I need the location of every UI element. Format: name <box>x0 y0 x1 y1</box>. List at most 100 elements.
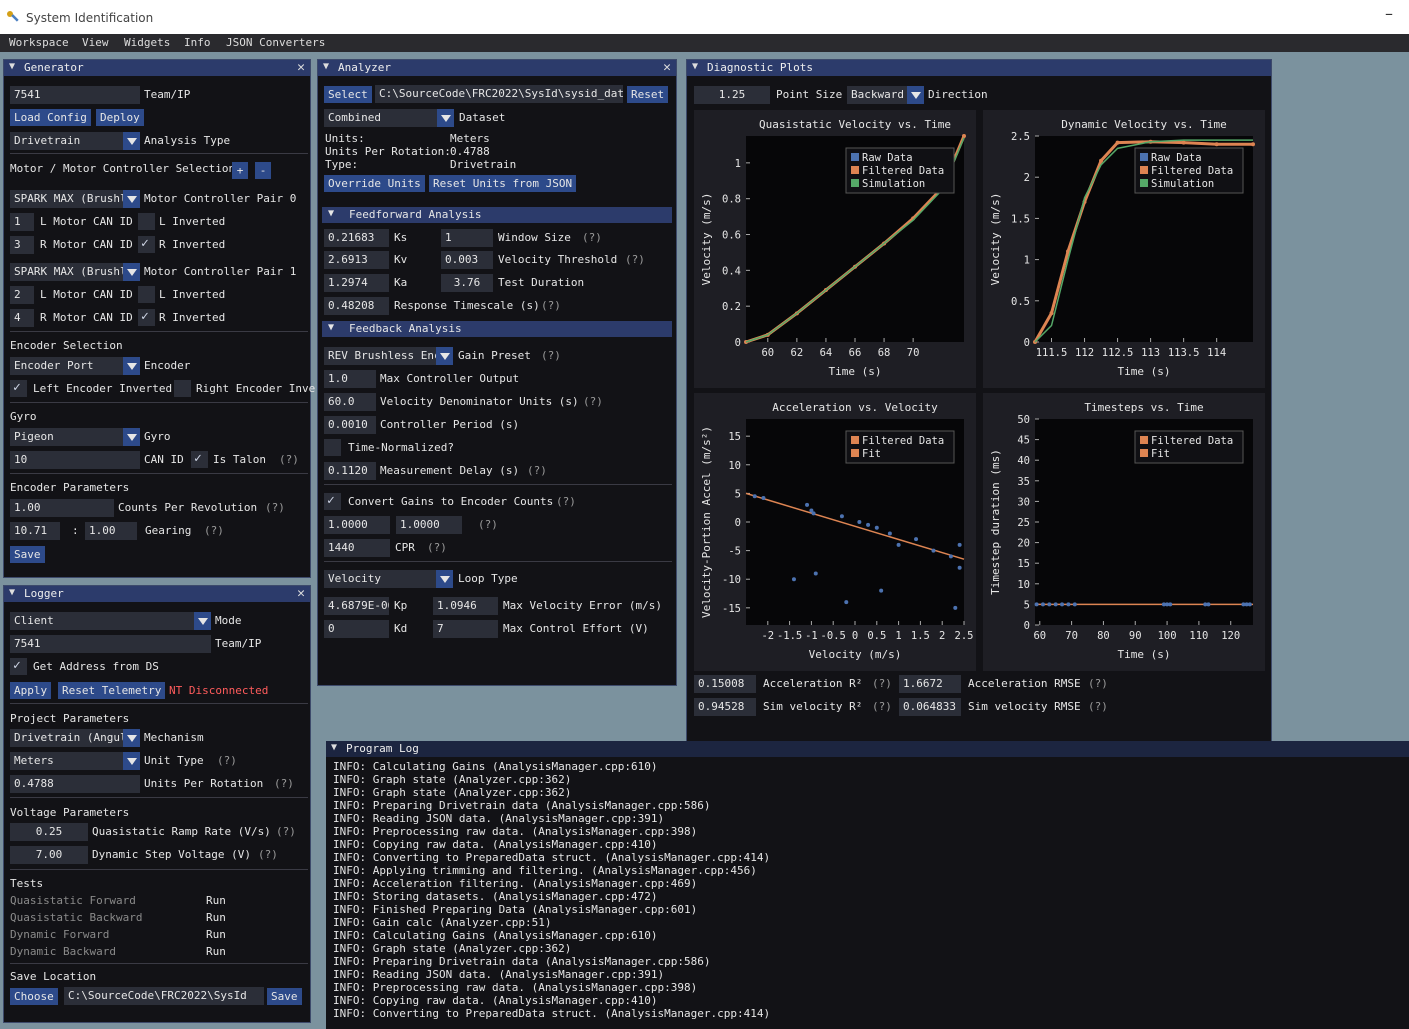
gain-preset-select[interactable]: REV Brushless Enc <box>324 347 436 365</box>
help-icon[interactable]: (?) <box>556 495 576 508</box>
help-icon[interactable]: (?) <box>265 501 285 514</box>
help-icon[interactable]: (?) <box>274 777 294 790</box>
team-ip-input[interactable]: 7541 <box>10 86 140 104</box>
choose-button[interactable]: Choose <box>10 988 58 1005</box>
help-icon[interactable]: (?) <box>872 677 892 690</box>
test-duration-slider[interactable]: 3.76 <box>441 274 493 292</box>
r-inverted-checkbox[interactable] <box>138 309 155 326</box>
help-icon[interactable]: (?) <box>276 825 296 838</box>
r-inverted-checkbox[interactable] <box>138 236 155 253</box>
chevron-down-icon[interactable] <box>123 132 140 150</box>
direction-select[interactable]: Backward <box>847 86 907 104</box>
help-icon[interactable]: (?) <box>204 524 224 537</box>
chevron-down-icon[interactable] <box>437 109 454 127</box>
close-icon[interactable]: ✕ <box>297 60 305 75</box>
analysis-type-select[interactable]: Drivetrain <box>10 132 123 150</box>
help-icon[interactable]: (?) <box>258 848 278 861</box>
time-normalized-checkbox[interactable] <box>324 439 341 456</box>
help-icon[interactable]: (?) <box>541 349 561 362</box>
menu-view[interactable]: View <box>82 36 109 49</box>
save-path-input[interactable]: C:\SourceCode\FRC2022\SysId <box>64 987 264 1005</box>
help-icon[interactable]: (?) <box>279 453 299 466</box>
left-encoder-inverted-checkbox[interactable] <box>10 380 27 397</box>
chevron-down-icon[interactable] <box>123 263 140 281</box>
help-icon[interactable]: (?) <box>872 700 892 713</box>
cpr-input[interactable]: 1440 <box>324 539 390 557</box>
loop-type-select[interactable]: Velocity <box>324 570 436 588</box>
point-size-slider[interactable]: 1.25 <box>694 86 770 104</box>
run-button[interactable]: Run <box>206 911 226 924</box>
chevron-down-icon[interactable] <box>123 428 140 446</box>
chevron-down-icon[interactable] <box>123 729 140 747</box>
data-path-input[interactable]: C:\SourceCode\FRC2022\SysId\sysid_data <box>375 85 623 103</box>
chevron-down-icon[interactable] <box>436 570 453 588</box>
gyro-select[interactable]: Pigeon <box>10 428 123 446</box>
convert-gains-checkbox[interactable] <box>324 493 341 510</box>
help-icon[interactable]: (?) <box>427 541 447 554</box>
l-inverted-checkbox[interactable] <box>138 286 155 303</box>
logger-header[interactable]: ▼ Logger ✕ <box>4 586 310 602</box>
velocity-denominator-input[interactable]: 60.0 <box>324 393 376 411</box>
program-log-header[interactable]: ▼ Program Log <box>326 741 1409 757</box>
save-button[interactable]: Save <box>267 988 302 1005</box>
chevron-down-icon[interactable] <box>436 347 453 365</box>
max-controller-output-input[interactable]: 1.0 <box>324 370 376 388</box>
gearing-numerator-input[interactable]: 10.71 <box>10 522 60 540</box>
help-icon[interactable]: (?) <box>217 754 237 767</box>
help-icon[interactable]: (?) <box>625 253 645 266</box>
help-icon[interactable]: (?) <box>541 299 561 312</box>
load-config-button[interactable]: Load Config <box>10 109 91 126</box>
gearing-b-input[interactable]: 1.0000 <box>396 516 462 534</box>
chevron-down-icon[interactable] <box>123 357 140 375</box>
help-icon[interactable]: (?) <box>478 518 498 531</box>
controller-period-input[interactable]: 0.0010 <box>324 416 376 434</box>
l-motor-can-id-input[interactable]: 2 <box>10 286 34 304</box>
chevron-down-icon[interactable] <box>123 752 140 770</box>
collapse-arrow-icon[interactable]: ▼ <box>9 61 15 72</box>
run-button[interactable]: Run <box>206 928 226 941</box>
close-icon[interactable]: ✕ <box>663 60 671 75</box>
select-button[interactable]: Select <box>324 86 372 103</box>
run-button[interactable]: Run <box>206 894 226 907</box>
velocity-threshold-input[interactable]: 0.003 <box>441 251 493 269</box>
gearing-denominator-input[interactable]: 1.00 <box>85 522 137 540</box>
controller-pair0-select[interactable]: SPARK MAX (Brushl <box>10 190 123 208</box>
minimize-button[interactable]: – <box>1385 4 1393 23</box>
close-icon[interactable]: ✕ <box>297 586 305 601</box>
gearing-a-input[interactable]: 1.0000 <box>324 516 390 534</box>
l-inverted-checkbox[interactable] <box>138 213 155 230</box>
feedback-section-header[interactable]: ▼ Feedback Analysis <box>322 321 672 337</box>
window-size-input[interactable]: 1 <box>441 229 493 247</box>
chevron-down-icon[interactable] <box>123 190 140 208</box>
collapse-arrow-icon[interactable]: ▼ <box>323 61 329 72</box>
gyro-can-id-input[interactable]: 10 <box>10 451 140 469</box>
r-motor-can-id-input[interactable]: 4 <box>10 309 34 327</box>
ramp-rate-slider[interactable]: 0.25 <box>10 823 88 841</box>
max-velocity-error-input[interactable]: 1.0946 <box>433 597 498 615</box>
collapse-arrow-icon[interactable]: ▼ <box>9 587 15 598</box>
deploy-button[interactable]: Deploy <box>96 109 144 126</box>
r-motor-can-id-input[interactable]: 3 <box>10 236 34 254</box>
menu-json-converters[interactable]: JSON Converters <box>226 36 325 49</box>
units-per-rotation-input[interactable]: 0.4788 <box>10 775 140 793</box>
menu-widgets[interactable]: Widgets <box>124 36 170 49</box>
analyzer-header[interactable]: ▼ Analyzer ✕ <box>318 60 676 76</box>
controller-pair1-select[interactable]: SPARK MAX (Brushl <box>10 263 123 281</box>
collapse-arrow-icon[interactable]: ▼ <box>328 208 334 219</box>
is-talon-checkbox[interactable] <box>191 451 208 468</box>
get-address-checkbox[interactable] <box>10 658 27 675</box>
unit-type-select[interactable]: Meters <box>10 752 123 770</box>
help-icon[interactable]: (?) <box>1088 700 1108 713</box>
remove-pair-button[interactable]: - <box>255 162 271 179</box>
l-motor-can-id-input[interactable]: 1 <box>10 213 34 231</box>
chevron-down-icon[interactable] <box>194 612 211 630</box>
menu-workspace[interactable]: Workspace <box>9 36 69 49</box>
cpr-input[interactable]: 1.00 <box>10 499 114 517</box>
collapse-arrow-icon[interactable]: ▼ <box>692 61 698 72</box>
generator-header[interactable]: ▼ Generator ✕ <box>4 60 310 76</box>
mechanism-select[interactable]: Drivetrain (Angul <box>10 729 123 747</box>
help-icon[interactable]: (?) <box>583 395 603 408</box>
collapse-arrow-icon[interactable]: ▼ <box>331 742 337 753</box>
override-units-button[interactable]: Override Units <box>324 175 425 192</box>
menu-info[interactable]: Info <box>184 36 211 49</box>
